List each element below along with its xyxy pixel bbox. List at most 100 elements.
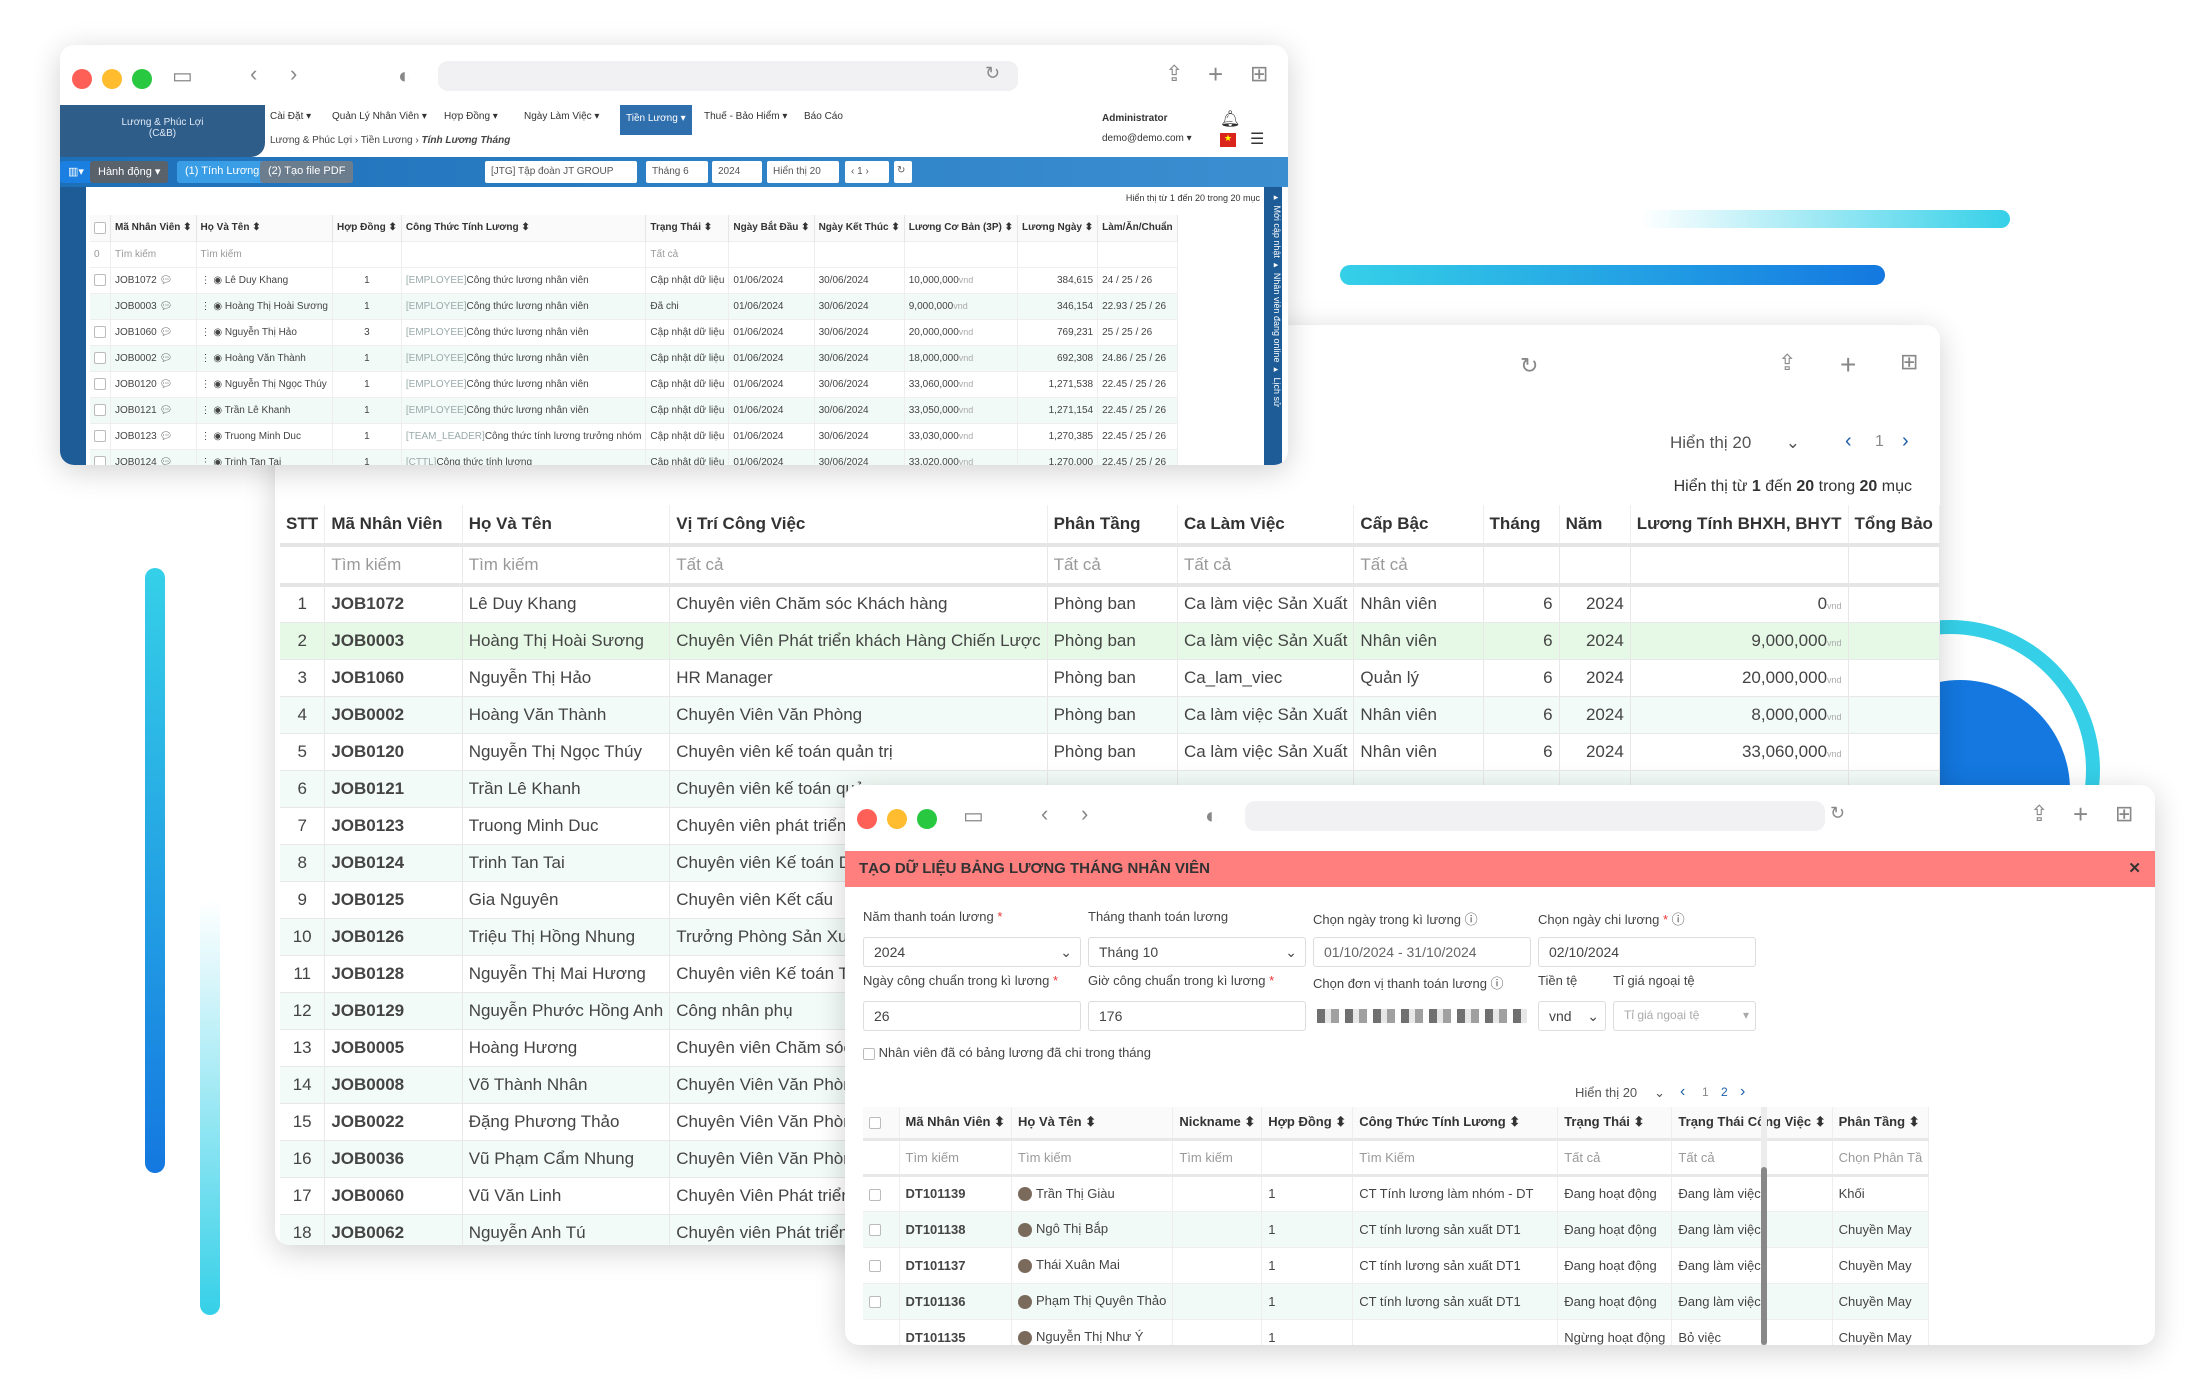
row-checkbox[interactable]: [90, 448, 111, 465]
sidebar-toggle-icon[interactable]: ▭: [963, 803, 984, 829]
tab-create-pdf[interactable]: (2) Tạo file PDF: [260, 161, 354, 183]
column-header[interactable]: Ca Làm Việc: [1177, 505, 1355, 547]
notification-bell-icon[interactable]: 🔔︎: [1220, 109, 1240, 129]
new-tab-icon[interactable]: +: [2073, 799, 2088, 830]
table-row[interactable]: DT101136 Phạm Thị Quyên Thảo 1 CT tính lươn…: [863, 1283, 1930, 1320]
column-filter[interactable]: Tìm kiếm: [1172, 1139, 1263, 1177]
column-filter[interactable]: Tìm kiếm: [899, 1139, 1013, 1177]
employee-id-link[interactable]: DT101137: [899, 1247, 1013, 1284]
column-header[interactable]: Mã Nhân Viên ⬍: [110, 215, 197, 241]
menu-item-3[interactable]: Ngày Làm Việc ▾: [524, 111, 599, 122]
column-filter[interactable]: Tất cả: [1177, 545, 1355, 587]
column-header[interactable]: Trạng Thái Công Việc ⬍: [1671, 1107, 1833, 1141]
table-row[interactable]: DT101135 Nguyễn Thị Như Ý 1 Ngừng hoạt động…: [863, 1319, 1930, 1345]
row-checkbox[interactable]: [863, 1319, 900, 1345]
column-header[interactable]: Ngày Kết Thúc ⬍: [814, 215, 905, 241]
row-checkbox[interactable]: [90, 266, 111, 293]
comment-icon[interactable]: 💬︎: [157, 379, 172, 390]
action-dropdown[interactable]: Hành động ▾: [90, 161, 169, 183]
table-row[interactable]: 1 JOB1072 Lê Duy Khang Chuyên viên Chăm sóc…: [280, 585, 1940, 623]
row-checkbox[interactable]: [90, 318, 111, 345]
status-filter[interactable]: Tất cả: [645, 240, 730, 267]
column-header[interactable]: Họ Và Tên ⬍: [196, 215, 333, 241]
row-checkbox[interactable]: [90, 396, 111, 423]
year-select[interactable]: 2024 ⌄: [863, 937, 1081, 967]
employee-id-link[interactable]: DT101135: [899, 1319, 1013, 1345]
minimize-window-button[interactable]: [887, 809, 907, 829]
column-filter[interactable]: Tất cả: [669, 545, 1048, 587]
select-all-checkbox[interactable]: [90, 215, 111, 241]
tab-calculate-salary[interactable]: (1) Tính Lương: [177, 161, 268, 183]
table-row[interactable]: DT101137 Thái Xuân Mai 1 CT tính lương sản …: [863, 1247, 1930, 1284]
status-link[interactable]: Cập nhật dữ liệu: [645, 266, 730, 293]
row-checkbox[interactable]: [90, 292, 111, 319]
column-filter[interactable]: Tìm kiếm: [1011, 1139, 1174, 1177]
scrollbar[interactable]: [1761, 1107, 1767, 1345]
select-all-checkbox[interactable]: [863, 1107, 900, 1141]
column-header[interactable]: Năm: [1559, 505, 1631, 547]
user-name[interactable]: Administrator: [1102, 113, 1168, 124]
menu-item-0[interactable]: Cài Đặt ▾: [270, 111, 311, 122]
status-link[interactable]: Cập nhật dữ liệu: [645, 370, 730, 397]
hamburger-menu-icon[interactable]: ☰: [1250, 129, 1264, 149]
breadcrumb-item[interactable]: Tiền Lương: [361, 135, 413, 146]
comment-icon[interactable]: 💬︎: [157, 457, 172, 465]
reload-icon[interactable]: ↻: [1830, 803, 1845, 824]
reload-icon[interactable]: ↻: [985, 63, 1000, 84]
column-header[interactable]: Lương Cơ Bản (3P) ⬍: [904, 215, 1019, 241]
back-icon[interactable]: ‹: [1041, 801, 1048, 827]
status-link[interactable]: Cập nhật dữ liệu: [645, 422, 730, 449]
period-input[interactable]: 01/10/2024 - 31/10/2024: [1313, 937, 1531, 967]
row-checkbox[interactable]: [90, 370, 111, 397]
reload-icon[interactable]: ↻: [1520, 353, 1538, 379]
sidebar-toggle-icon[interactable]: ▭: [172, 63, 193, 89]
tab-grid-icon[interactable]: ⊞: [2115, 801, 2133, 827]
tab-grid-icon[interactable]: ⊞: [1250, 61, 1268, 87]
search-id-input[interactable]: Tìm kiếm: [110, 240, 197, 267]
menu-item-1[interactable]: Quản Lý Nhân Viên ▾: [332, 111, 427, 122]
maximize-window-button[interactable]: [917, 809, 937, 829]
table-row[interactable]: 2 JOB0003 Hoàng Thị Hoài Sương Chuyên Viên …: [280, 622, 1940, 660]
pagination[interactable]: ‹ 1 ›: [845, 161, 889, 183]
column-header[interactable]: Phân Tầng: [1047, 505, 1178, 547]
column-header[interactable]: Mã Nhân Viên: [324, 505, 463, 547]
month-select[interactable]: Tháng 10 ⌄: [1088, 937, 1306, 967]
column-filter[interactable]: Tất cả: [1557, 1139, 1673, 1177]
column-header[interactable]: Phân Tầng ⬍: [1832, 1107, 1930, 1141]
address-bar[interactable]: [1245, 801, 1825, 831]
pay-date-input[interactable]: 02/10/2024: [1538, 937, 1756, 967]
menu-item-6[interactable]: Báo Cáo: [804, 111, 843, 122]
table-row[interactable]: JOB0124 💬︎ ⋮ ◉ Trinh Tan Tai 1 [CTTL]Công t…: [90, 448, 1178, 465]
table-row[interactable]: 4 JOB0002 Hoàng Văn Thành Chuyên Viên Văn P…: [280, 696, 1940, 734]
column-header[interactable]: Hợp Đồng ⬍: [332, 215, 402, 241]
search-name-input[interactable]: Tìm kiếm: [196, 240, 333, 267]
column-header[interactable]: Nickname ⬍: [1172, 1107, 1263, 1141]
employee-id-link[interactable]: DT101139: [899, 1175, 1013, 1212]
column-header[interactable]: Cấp Bậc: [1353, 505, 1484, 547]
table-row[interactable]: JOB1060 💬︎ ⋮ ◉ Nguyễn Thị Hảo 3 [EMPLOYEE]C…: [90, 318, 1178, 345]
status-link[interactable]: Cập nhật dữ liệu: [645, 448, 730, 465]
comment-icon[interactable]: 💬︎: [157, 327, 172, 338]
column-header[interactable]: Tháng: [1483, 505, 1560, 547]
page-number[interactable]: 1: [1875, 433, 1884, 451]
column-filter[interactable]: Tìm kiếm: [462, 545, 671, 587]
comment-icon[interactable]: 💬︎: [157, 353, 172, 364]
prev-page-icon[interactable]: ‹: [1680, 1083, 1685, 1101]
vietnam-flag-icon[interactable]: ★: [1220, 133, 1236, 147]
back-icon[interactable]: ‹: [250, 61, 257, 87]
app-logo[interactable]: Lương & Phúc Lợi (C&B): [60, 105, 265, 157]
column-header[interactable]: Công Thức Tính Lương ⬍: [401, 215, 647, 241]
currency-select[interactable]: vnd ⌄: [1538, 1001, 1606, 1031]
tab-grid-icon[interactable]: ⊞: [1900, 349, 1918, 375]
prev-page-icon[interactable]: ‹: [1845, 430, 1852, 453]
column-filter[interactable]: Tất cả: [1353, 545, 1484, 587]
status-link[interactable]: Cập nhật dữ liệu: [645, 344, 730, 371]
new-tab-icon[interactable]: +: [1208, 59, 1223, 90]
table-row[interactable]: DT101138 Ngô Thị Bắp 1 CT tính lương sản xu…: [863, 1211, 1930, 1248]
comment-icon[interactable]: 💬︎: [157, 405, 172, 416]
column-header[interactable]: Lương Ngày ⬍: [1017, 215, 1099, 241]
column-header[interactable]: Công Thức Tính Lương ⬍: [1352, 1107, 1559, 1141]
employee-id-link[interactable]: DT101138: [899, 1211, 1013, 1248]
column-filter[interactable]: Tất cả: [1671, 1139, 1833, 1177]
month-select[interactable]: Tháng 6: [646, 161, 708, 183]
